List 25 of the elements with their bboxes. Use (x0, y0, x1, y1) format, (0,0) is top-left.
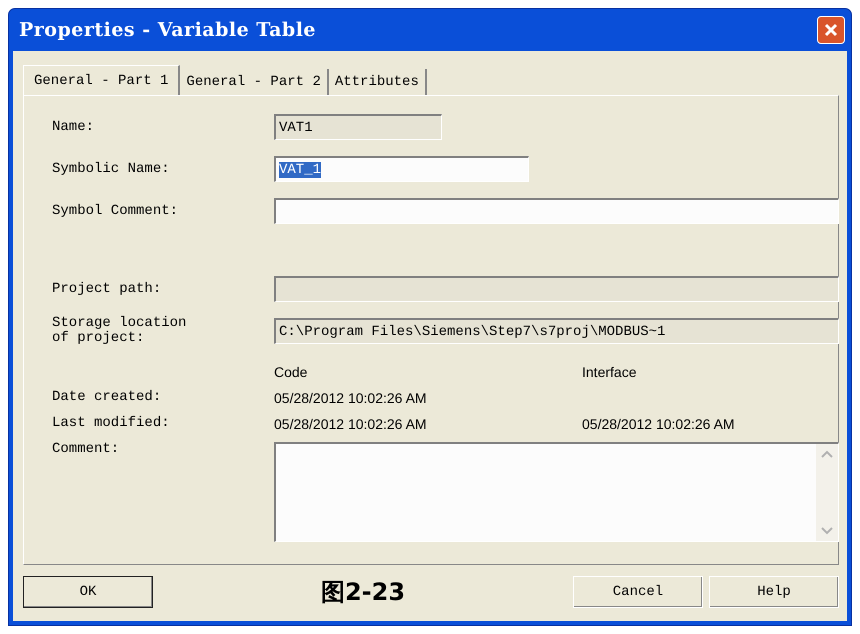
dialog-button[interactable]: Cancel (573, 576, 703, 608)
input-field[interactable] (274, 198, 839, 224)
date-value: 05/28/2012 10:02:26 AM (274, 390, 428, 406)
column-header: Code (274, 364, 308, 380)
field-label: Date created: (52, 390, 162, 406)
input-field[interactable]: VAT_1 (274, 156, 529, 182)
date-value: 05/28/2012 10:02:26 AM (274, 416, 428, 432)
field-label: Name: (52, 120, 96, 134)
field-label: Comment: (52, 442, 120, 459)
field-label: Storage location of project: (52, 316, 188, 346)
tab[interactable]: General - Part 1 (23, 65, 180, 95)
close-icon (823, 22, 839, 38)
comment-field[interactable] (274, 442, 839, 542)
date-value: 05/28/2012 10:02:26 AM (582, 416, 736, 432)
close-button[interactable] (817, 16, 845, 44)
field-label: Symbol Comment: (52, 204, 180, 218)
figure-caption: 图2-23 (320, 577, 406, 608)
default-button[interactable]: OK (23, 576, 153, 608)
scrollbar[interactable] (816, 444, 838, 541)
field-label: Last modified: (52, 416, 171, 432)
dialog-button[interactable]: Help (709, 576, 839, 608)
window-title: Properties - Variable Table (19, 19, 316, 41)
field-label: Symbolic Name: (52, 162, 171, 176)
field-label: Project path: (52, 282, 162, 296)
column-header: Interface (582, 364, 638, 380)
